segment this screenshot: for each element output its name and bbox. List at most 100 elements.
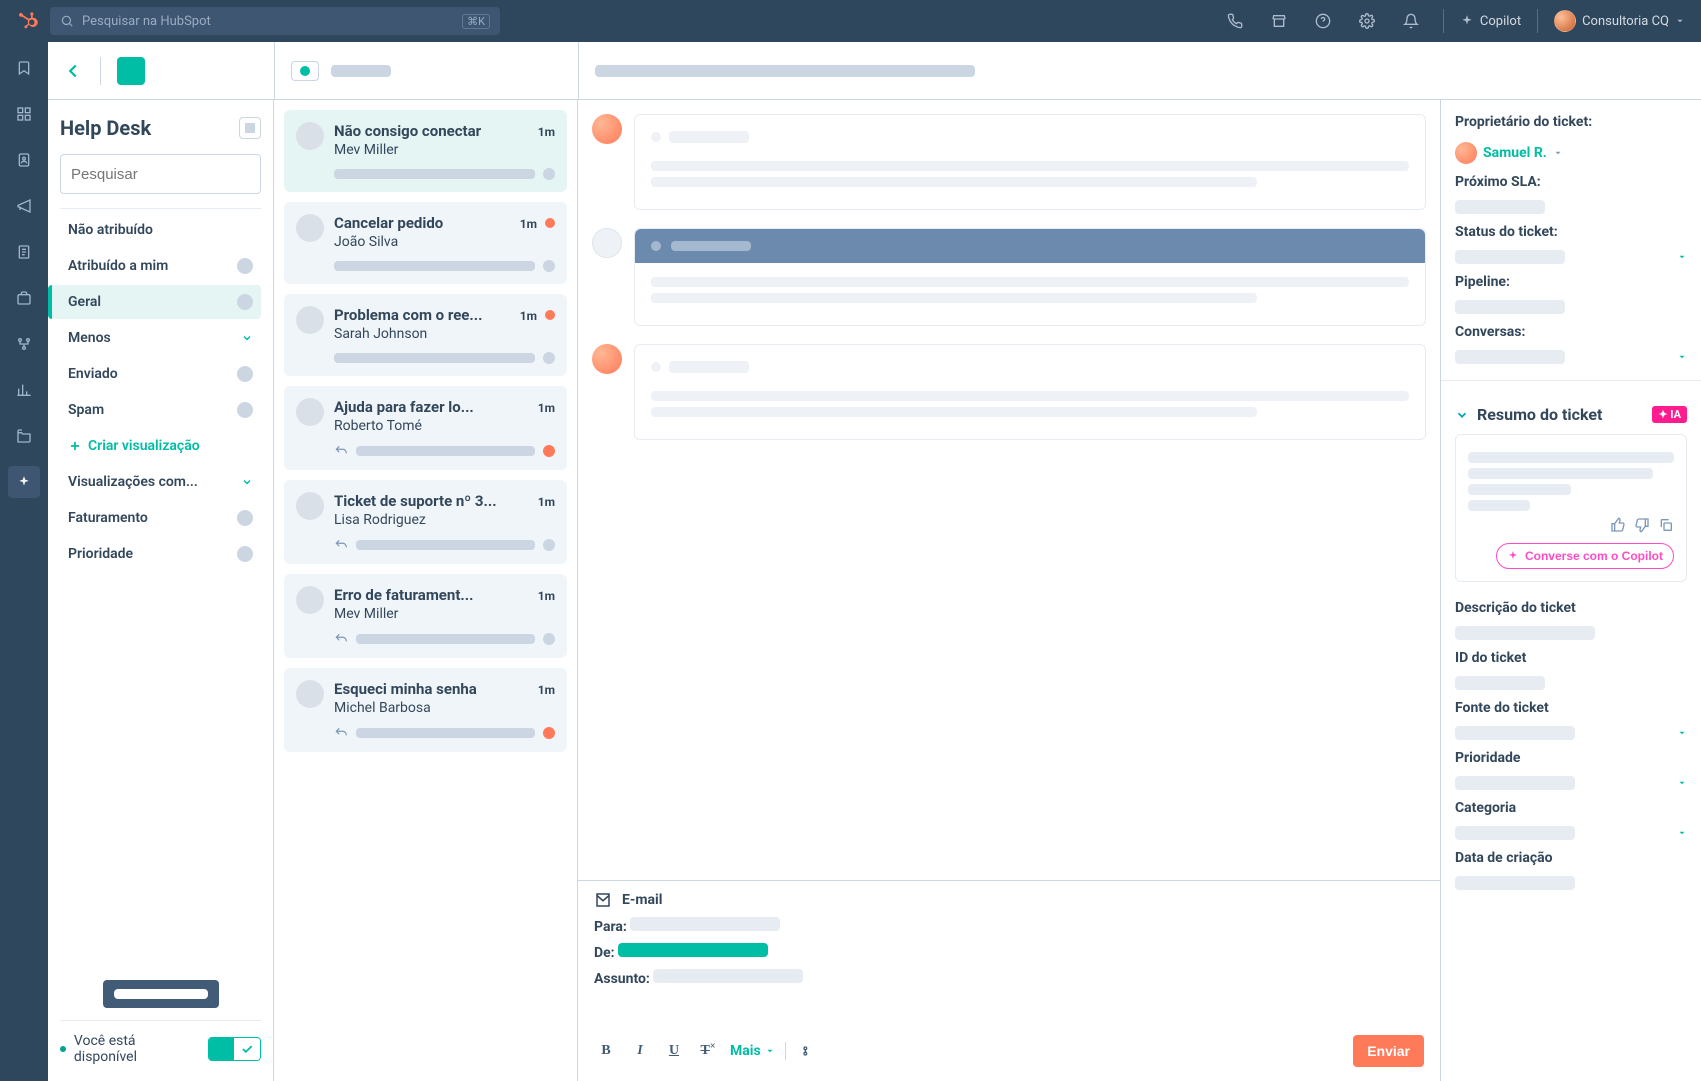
sidebar-item[interactable]: Menos [60,321,261,355]
source-selector[interactable] [1455,726,1687,740]
link-button[interactable] [796,1043,820,1059]
help-desk-toggle-icon[interactable] [239,117,261,139]
summary-section-header[interactable]: Resumo do ticket ✦ IA [1455,405,1687,424]
ticket-card[interactable]: Erro de faturament...1mMev Miller [284,574,567,658]
ai-icon[interactable] [8,466,40,498]
thumbs-down-icon[interactable] [1634,517,1650,533]
content-icon[interactable] [8,236,40,268]
marketplace-icon[interactable] [1263,5,1295,37]
availability-toggle[interactable] [208,1037,261,1061]
copy-icon[interactable] [1658,517,1674,533]
ticket-title: Ajuda para fazer lo... [334,398,530,416]
bookmarks-icon[interactable] [8,52,40,84]
status-dot-icon [543,727,555,739]
subject-label: Assunto: [594,971,650,987]
compose-toolbar: B I U T× Mais Enviar [594,1015,1424,1067]
channel-row[interactable]: E-mail [594,891,1424,909]
ticket-age: 1m [538,683,555,697]
plus-icon [68,439,82,453]
top-nav: Pesquisar na HubSpot ⌘K Copilot Consulto… [0,0,1701,42]
clear-format-button[interactable]: T× [696,1043,720,1059]
sidebar-item[interactable]: Geral [48,285,261,319]
subheader-skeleton [331,65,391,77]
owner-selector[interactable]: Samuel R. [1455,142,1687,164]
workspaces-icon[interactable] [8,98,40,130]
status-chip[interactable] [291,61,319,81]
sidebar-item[interactable]: Enviado [60,357,261,391]
chevron-down-icon [241,332,253,344]
underline-button[interactable]: U [662,1043,686,1059]
help-desk-search[interactable] [60,154,261,194]
ticket-card[interactable]: Não consigo conectar1mMev Miller [284,110,567,192]
contacts-icon[interactable] [8,144,40,176]
more-format-button[interactable]: Mais [730,1043,775,1059]
created-value [1455,876,1575,890]
avatar [296,122,324,150]
ticket-age: 1m [538,589,555,603]
settings-icon[interactable] [1351,5,1383,37]
help-desk-search-input[interactable] [69,165,272,184]
ia-badge: ✦ IA [1652,406,1687,423]
ticket-sender: Roberto Tomé [334,418,555,434]
sidebar-item[interactable]: Visualizações com... [60,465,261,499]
owner-label: Proprietário do ticket: [1455,114,1687,130]
marketing-icon[interactable] [8,190,40,222]
priority-label: Prioridade [1455,750,1687,766]
bold-button[interactable]: B [594,1043,618,1059]
copilot-button[interactable]: Copilot [1460,14,1521,29]
source-label: Fonte do ticket [1455,700,1687,716]
reply-icon [334,444,348,458]
status-selector[interactable] [1455,250,1687,264]
sidebar-item[interactable]: Criar visualização [60,429,261,463]
back-button[interactable] [62,60,84,82]
to-field[interactable] [630,917,780,931]
ticket-card[interactable]: Esqueci minha senha1mMichel Barbosa [284,668,567,752]
chevron-down-icon [1455,408,1469,422]
sidebar-item[interactable]: Prioridade [60,537,261,571]
count-badge [237,402,253,418]
sidebar-item[interactable]: Não atribuído [60,213,261,247]
global-search[interactable]: Pesquisar na HubSpot ⌘K [50,7,500,35]
sub-header [48,42,1701,100]
status-dot-icon [543,352,555,364]
ticket-title: Cancelar pedido [334,214,512,232]
category-selector[interactable] [1455,826,1687,840]
copilot-chat-button[interactable]: Converse com o Copilot [1496,543,1674,569]
phone-icon[interactable] [1219,5,1251,37]
footer-pill[interactable] [103,980,219,1008]
priority-selector[interactable] [1455,776,1687,790]
avatar [592,344,622,374]
ticket-title: Não consigo conectar [334,122,530,140]
sidebar-item[interactable]: Spam [60,393,261,427]
reporting-icon[interactable] [8,374,40,406]
ticket-card[interactable]: Ajuda para fazer lo...1mRoberto Tomé [284,386,567,470]
help-icon[interactable] [1307,5,1339,37]
commerce-icon[interactable] [8,282,40,314]
sidebar-item[interactable]: Faturamento [60,501,261,535]
send-button[interactable]: Enviar [1353,1035,1424,1067]
help-desk-title: Help Desk [60,116,261,140]
ticket-list: Não consigo conectar1mMev MillerCancelar… [274,100,578,1081]
library-icon[interactable] [8,420,40,452]
conversations-selector[interactable] [1455,350,1687,364]
view-color-chip[interactable] [117,57,145,85]
subject-field[interactable] [653,969,803,983]
notifications-icon[interactable] [1395,5,1427,37]
italic-button[interactable]: I [628,1043,652,1059]
ticket-sender: João Silva [334,234,555,250]
preview-skeleton [334,169,535,179]
automations-icon[interactable] [8,328,40,360]
account-menu[interactable]: Consultoria CQ [1554,10,1685,32]
ticket-age: 1m [538,125,555,139]
ticket-card[interactable]: Problema com o ree...1m Sarah Johnson [284,294,567,376]
ticket-card[interactable]: Cancelar pedido1m João Silva [284,202,567,284]
from-field[interactable] [618,943,768,957]
help-desk-pane: Help Desk Não atribuídoAtribuído a mimGe… [48,100,274,1081]
id-value [1455,676,1545,690]
sla-label: Próximo SLA: [1455,174,1687,190]
thumbs-up-icon[interactable] [1610,517,1626,533]
status-dot-icon [543,445,555,457]
ticket-card[interactable]: Ticket de suporte nº 3...1mLisa Rodrigue… [284,480,567,564]
sidebar-item[interactable]: Atribuído a mim [60,249,261,283]
chevron-down-icon [241,476,253,488]
